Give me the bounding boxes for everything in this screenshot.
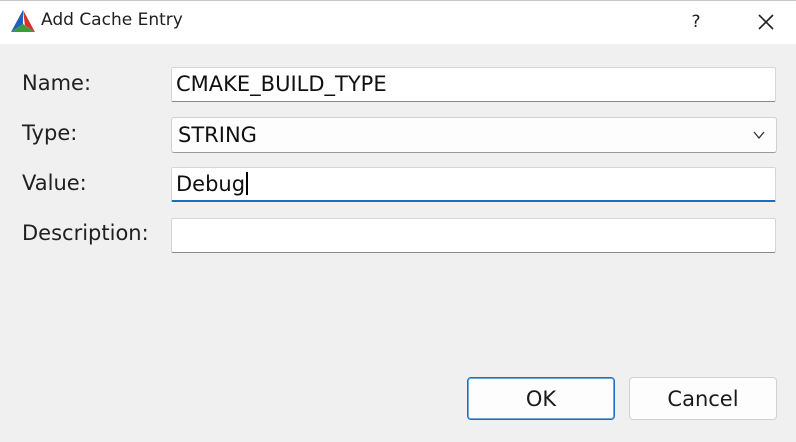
text-caret [246, 172, 248, 195]
type-select-value: STRING [178, 123, 257, 147]
name-input[interactable]: CMAKE_BUILD_TYPE [171, 67, 776, 102]
help-button[interactable]: ? [676, 0, 716, 44]
cmake-logo-icon [11, 10, 35, 32]
add-cache-entry-dialog: Add Cache Entry ? Name: CMAKE_BUILD_TYPE… [0, 0, 796, 442]
window-title: Add Cache Entry [41, 10, 183, 30]
cancel-button[interactable]: Cancel [629, 377, 777, 420]
chevron-down-icon [753, 131, 765, 140]
name-label: Name: [22, 71, 92, 95]
name-input-text: CMAKE_BUILD_TYPE [176, 72, 387, 96]
type-select[interactable]: STRING [171, 117, 777, 153]
value-input[interactable]: Debug [171, 167, 776, 202]
value-label: Value: [22, 171, 87, 195]
close-button[interactable] [744, 0, 788, 44]
description-label: Description: [22, 221, 149, 245]
type-label: Type: [22, 121, 78, 145]
ok-button[interactable]: OK [467, 377, 615, 420]
close-icon [758, 14, 774, 30]
value-input-text: Debug [176, 172, 246, 196]
title-bar[interactable]: Add Cache Entry ? [0, 0, 796, 44]
description-input[interactable] [171, 218, 776, 253]
